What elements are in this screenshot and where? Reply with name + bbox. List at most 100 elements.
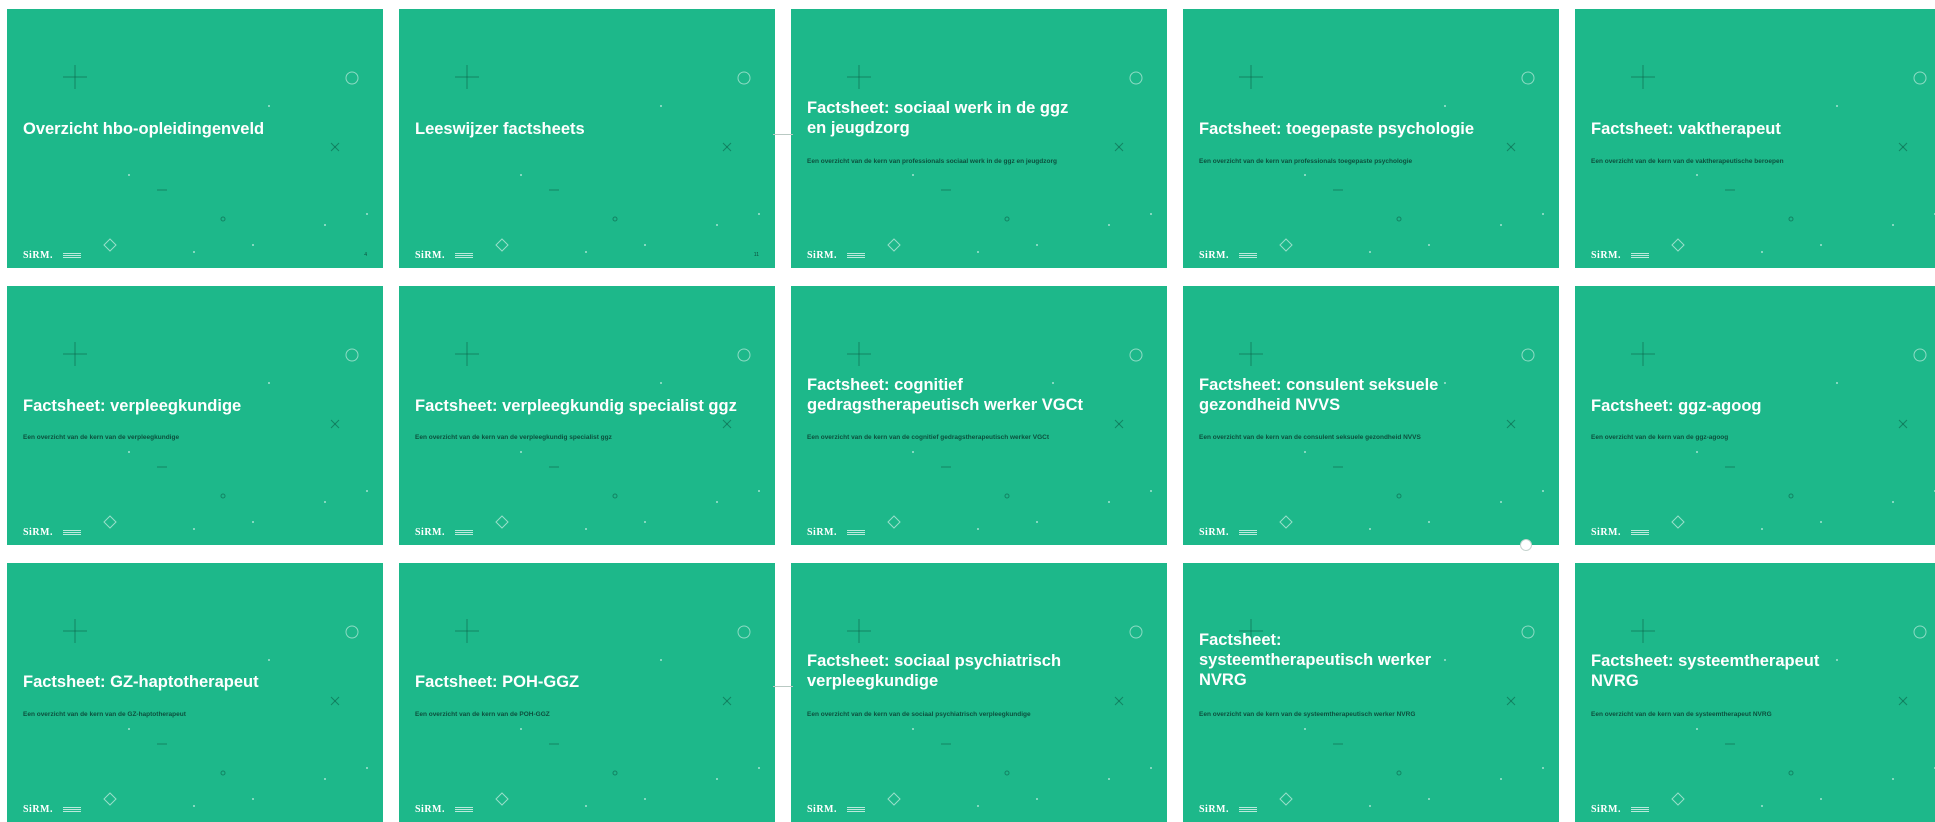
slide-thumbnail-1[interactable]: Overzicht hbo-opleidingenveld SiRM. 4 <box>7 9 383 268</box>
slide-thumbnail-13[interactable]: Factsheet: sociaal psychiatrisch verplee… <box>791 563 1167 822</box>
slide-thumbnail-14[interactable]: Factsheet: systeemtherapeutisch werker N… <box>1183 563 1559 822</box>
slide-thumbnail-4[interactable]: Factsheet: toegepaste psychologie Een ov… <box>1183 9 1559 268</box>
slide-decoration <box>1239 619 1544 807</box>
deco-dot <box>758 490 760 492</box>
sirm-logo: SiRM. <box>23 250 53 261</box>
slide-thumbnail-15[interactable]: Factsheet: systeemtherapeut NVRG Een ove… <box>1575 563 1935 822</box>
deco-cross-icon <box>1506 419 1516 429</box>
slide-thumbnail-2[interactable]: Leeswijzer factsheets SiRM. 11 <box>399 9 775 268</box>
slide-subtitle: Een overzicht van de kern van de systeem… <box>1591 711 1772 718</box>
slide-subtitle: Een overzicht van de kern van de sociaal… <box>807 711 1031 718</box>
logo-tagline-mark <box>63 807 81 813</box>
deco-ring-icon <box>1396 493 1402 499</box>
deco-cross-icon <box>1898 419 1908 429</box>
deco-dot <box>268 659 270 661</box>
deco-circle-icon <box>345 71 359 85</box>
deco-cross-icon <box>1114 696 1124 706</box>
deco-circle-icon <box>737 348 751 362</box>
deco-cross-icon <box>722 142 732 152</box>
logo-tagline-mark <box>847 530 865 536</box>
slide-subtitle: Een overzicht van de kern van de consule… <box>1199 434 1421 441</box>
slide-thumbnail-5[interactable]: Factsheet: vaktherapeut Een overzicht va… <box>1575 9 1935 268</box>
deco-dot <box>912 728 914 730</box>
deco-cross-icon <box>1114 142 1124 152</box>
deco-cross-icon <box>722 696 732 706</box>
deco-ring-icon <box>220 493 226 499</box>
sirm-logo: SiRM. <box>807 527 837 538</box>
deco-dot <box>716 778 718 780</box>
deco-cross-icon <box>1114 419 1124 429</box>
slide-thumbnail-3[interactable]: Factsheet: sociaal werk in de ggz en jeu… <box>791 9 1167 268</box>
deco-dot <box>1304 174 1306 176</box>
deco-dot <box>1820 521 1822 523</box>
sirm-logo: SiRM. <box>1591 250 1621 261</box>
deco-dot <box>1892 501 1894 503</box>
deco-dot <box>252 521 254 523</box>
deco-dot <box>1696 451 1698 453</box>
animation-marker-icon <box>1520 539 1532 551</box>
deco-dot <box>758 213 760 215</box>
deco-ring-icon <box>220 216 226 222</box>
deco-dot <box>366 767 368 769</box>
sirm-logo: SiRM. <box>1591 804 1621 815</box>
deco-dot <box>193 805 195 807</box>
deco-dot <box>1836 105 1838 107</box>
deco-circle-icon <box>737 625 751 639</box>
deco-dot <box>716 501 718 503</box>
slide-thumbnail-8[interactable]: Factsheet: cognitief gedragstherapeutisc… <box>791 286 1167 545</box>
deco-cross-icon <box>1898 696 1908 706</box>
sirm-logo: SiRM. <box>415 527 445 538</box>
deco-dot <box>1369 251 1371 253</box>
deco-circle-icon <box>1913 348 1927 362</box>
deco-dot <box>1108 501 1110 503</box>
deco-dot <box>1150 213 1152 215</box>
slide-subtitle: Een overzicht van de kern van de verplee… <box>23 434 180 441</box>
sirm-logo: SiRM. <box>23 804 53 815</box>
deco-dot <box>1369 805 1371 807</box>
deco-dot <box>912 451 914 453</box>
deco-cross-icon <box>722 142 732 152</box>
deco-cross-icon <box>722 419 732 429</box>
deco-dot <box>1108 778 1110 780</box>
deco-dot <box>660 382 662 384</box>
deco-dot <box>193 251 195 253</box>
slide-title: Leeswijzer factsheets <box>415 120 585 138</box>
slide-title: Factsheet: GZ-haptotherapeut <box>23 673 259 691</box>
deco-ring-icon <box>612 216 618 222</box>
slide-title: Factsheet: systeemtherapeutisch werker N… <box>1199 631 1432 689</box>
deco-dot <box>912 174 914 176</box>
deco-dot <box>1696 174 1698 176</box>
deco-dot <box>1428 244 1430 246</box>
slide-subtitle: Een overzicht van de kern van de cogniti… <box>807 434 1050 441</box>
slide-thumbnail-6[interactable]: Factsheet: verpleegkundige Een overzicht… <box>7 286 383 545</box>
deco-dot <box>252 798 254 800</box>
logo-tagline-mark <box>455 253 473 259</box>
deco-circle-icon <box>737 71 751 85</box>
deco-dot <box>1150 490 1152 492</box>
deco-dot <box>1500 778 1502 780</box>
deco-dot <box>1150 767 1152 769</box>
slide-thumbnail-11[interactable]: Factsheet: GZ-haptotherapeut Een overzic… <box>7 563 383 822</box>
deco-dot <box>1892 778 1894 780</box>
deco-dot <box>520 728 522 730</box>
slide-thumbnail-12[interactable]: Factsheet: POH-GGZ Een overzicht van de … <box>399 563 775 822</box>
deco-cross-icon <box>1898 696 1908 706</box>
deco-dot <box>1761 528 1763 530</box>
slide-title: Factsheet: systeemtherapeut NVRG <box>1591 652 1820 690</box>
slide-thumbnail-10[interactable]: Factsheet: ggz-agoog Een overzicht van d… <box>1575 286 1935 545</box>
slide-thumbnail-9[interactable]: Factsheet: consulent seksuele gezondheid… <box>1183 286 1559 545</box>
slide-title: Factsheet: sociaal werk in de ggz en jeu… <box>807 99 1069 137</box>
deco-cross-icon <box>1898 142 1908 152</box>
deco-dot <box>1444 105 1446 107</box>
deco-diamond-icon <box>1671 515 1685 529</box>
deco-diamond-icon <box>103 792 117 806</box>
slide-decoration <box>847 342 1152 530</box>
logo-tagline-mark <box>1239 807 1257 813</box>
slide-thumbnail-7[interactable]: Factsheet: verpleegkundig specialist ggz… <box>399 286 775 545</box>
deco-dot <box>268 105 270 107</box>
slide-subtitle: Een overzicht van de kern van profession… <box>807 158 1057 165</box>
sirm-logo: SiRM. <box>1199 527 1229 538</box>
deco-cross-icon <box>1114 142 1124 152</box>
deco-dot <box>1304 728 1306 730</box>
deco-diamond-icon <box>1279 792 1293 806</box>
